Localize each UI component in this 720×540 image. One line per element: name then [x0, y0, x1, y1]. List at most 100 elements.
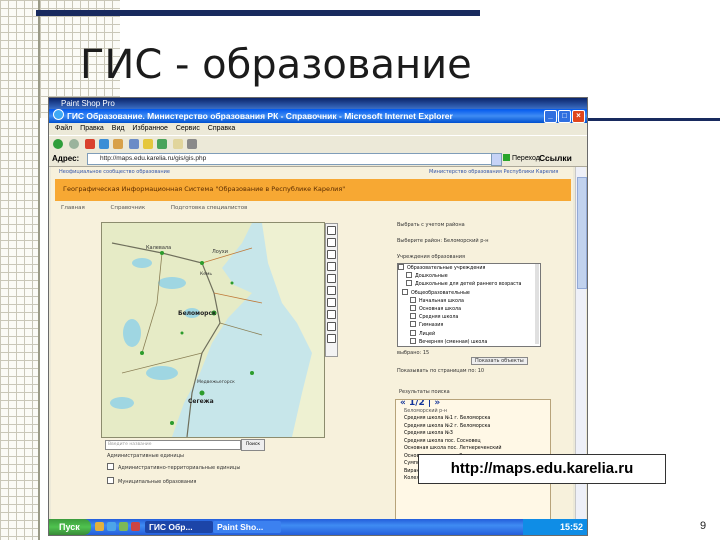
tree-item[interactable]: Основная школа	[398, 305, 540, 313]
links-button[interactable]: Ссылки	[539, 153, 572, 163]
menu-favorites[interactable]: Избранное	[132, 125, 167, 132]
quicklaunch-folder-icon[interactable]	[95, 522, 104, 531]
results-pager[interactable]: « 1/2 | »	[396, 400, 550, 408]
map-search-button[interactable]: Поиск	[241, 439, 265, 451]
tree-item[interactable]: Средняя школа	[398, 313, 540, 321]
slide-right-rule	[588, 118, 720, 121]
forward-icon[interactable]	[69, 139, 79, 149]
menu-bar: Файл Правка Вид Избранное Сервис Справка	[49, 123, 587, 135]
map-label-segezha: Сегежа	[188, 398, 214, 405]
menu-help[interactable]: Справка	[208, 125, 235, 132]
close-button[interactable]: ×	[572, 110, 585, 123]
top-right-link[interactable]: Министерство образования Республики Каре…	[429, 169, 558, 175]
tree-item[interactable]: Общеобразовательные	[398, 288, 540, 297]
pan-icon[interactable]	[327, 262, 336, 271]
results-header: Результаты поиска	[399, 389, 450, 395]
tree-item[interactable]: Дошкольные для детей раннего возраста	[398, 280, 540, 288]
result-item[interactable]: Средняя школа №2 г. Беломорска	[396, 423, 550, 431]
per-page-label: Показывать по страницам по: 10	[397, 368, 485, 374]
result-item[interactable]: Средняя школа №1 г. Беломорска	[396, 415, 550, 423]
system-tray-clock: 15:52	[523, 519, 587, 535]
result-item[interactable]: Средняя школа пос. Сосновец	[396, 438, 550, 446]
tree-item[interactable]: Лицей	[398, 329, 540, 338]
history-back-icon[interactable]	[327, 298, 336, 307]
gis-map[interactable]: Калевала Лоухи Беломорск Сегежа Медвежье…	[101, 222, 325, 438]
go-button[interactable]: Переход	[503, 154, 540, 162]
slide-grid-decoration	[0, 0, 40, 540]
address-input[interactable]: http://maps.edu.karelia.ru/gis/gis.php	[87, 153, 501, 165]
back-icon[interactable]	[53, 139, 63, 149]
layer-option-admin[interactable]: Административно-территориальные единицы	[107, 463, 240, 471]
window-buttons: _ □ ×	[544, 110, 585, 123]
layer-checkbox[interactable]	[107, 477, 114, 484]
map-graphic: Калевала Лоухи Беломорск Сегежа Медвежье…	[102, 223, 324, 437]
menu-file[interactable]: Файл	[55, 125, 72, 132]
map-search-input[interactable]: Введите название	[105, 440, 241, 450]
tree-scrollbar[interactable]	[535, 264, 539, 344]
tree-item[interactable]: Образовательные учреждения	[398, 264, 540, 272]
page-number: 9	[700, 520, 707, 532]
measure-icon[interactable]	[327, 322, 336, 331]
menu-edit[interactable]: Правка	[80, 125, 104, 132]
start-button[interactable]: Пуск	[49, 519, 91, 535]
refresh-icon[interactable]	[99, 139, 109, 149]
result-item[interactable]: Средняя школа №3	[396, 430, 550, 438]
stop-icon[interactable]	[85, 139, 95, 149]
browser-toolbar	[49, 135, 587, 153]
taskbar: Пуск ГИС Обр... Paint Sho... 15:52	[49, 519, 587, 535]
tree-item[interactable]: Гимназия	[398, 321, 540, 329]
tab-training[interactable]: Подготовка специалистов	[171, 205, 247, 211]
institution-tree[interactable]: Образовательные учреждения Дошкольные До…	[397, 263, 541, 347]
mail-icon[interactable]	[173, 139, 183, 149]
info-icon[interactable]	[327, 310, 336, 319]
layers-icon[interactable]	[327, 334, 336, 343]
ie-title-text: ГИС Образование. Министерство образовани…	[67, 111, 453, 121]
map-toolbar	[325, 223, 338, 357]
minimize-button[interactable]: _	[544, 110, 557, 123]
tree-item[interactable]: Дошкольные	[398, 272, 540, 280]
zoom-out-icon[interactable]	[327, 250, 336, 259]
layer-checkbox[interactable]	[107, 463, 114, 470]
quicklaunch-ie-icon[interactable]	[107, 522, 116, 531]
tree-item[interactable]: Начальная школа	[398, 296, 540, 305]
top-left-link[interactable]: Неофициальное сообщество образование	[59, 169, 170, 175]
map-label-belomorsk: Беломорск	[178, 310, 216, 317]
print-icon[interactable]	[187, 139, 197, 149]
home-icon[interactable]	[113, 139, 123, 149]
maximize-button[interactable]: □	[558, 110, 571, 123]
zoom-in-icon[interactable]	[327, 238, 336, 247]
map-label-kem: Кемь	[200, 271, 212, 277]
quicklaunch-media-icon[interactable]	[131, 522, 140, 531]
search-icon[interactable]	[129, 139, 139, 149]
tab-directory[interactable]: Справочник	[111, 205, 146, 211]
slide-vertical-rule	[38, 0, 40, 540]
site-header: Географическая Информационная Система "О…	[55, 179, 571, 201]
layers-label: Административные единицы	[107, 453, 184, 459]
show-objects-button[interactable]: Показать объекты	[471, 357, 528, 365]
result-item[interactable]: Основная школа пос. Летнереченский	[396, 445, 550, 453]
results-district: Беломорский р-н	[404, 408, 448, 414]
tab-home[interactable]: Главная	[61, 205, 85, 211]
layer-option-label: Административно-территориальные единицы	[118, 465, 241, 471]
scrollbar-thumb[interactable]	[577, 177, 587, 289]
favorites-icon[interactable]	[143, 139, 153, 149]
menu-view[interactable]: Вид	[112, 125, 125, 132]
print-icon[interactable]	[327, 286, 336, 295]
layer-option-municipal[interactable]: Муниципальные образования	[107, 477, 196, 485]
address-dropdown[interactable]	[491, 153, 502, 166]
district-select[interactable]: Выбрать с учетом района	[397, 222, 465, 228]
refresh-map-icon[interactable]	[327, 226, 336, 235]
tree-item[interactable]: Вечерняя (сменная) школа	[398, 337, 540, 346]
slide-title: ГИС - образование	[80, 42, 472, 88]
institution-type-label: Учреждения образования	[397, 254, 466, 260]
district-hint: Выберите район: Беломорский р-н	[397, 238, 489, 244]
task-gis-browser[interactable]: ГИС Обр...	[145, 521, 213, 533]
history-icon[interactable]	[157, 139, 167, 149]
quicklaunch-app-icon[interactable]	[119, 522, 128, 531]
address-bar: Адрес: http://maps.edu.karelia.ru/gis/gi…	[49, 152, 587, 167]
task-paint-shop[interactable]: Paint Sho...	[213, 521, 281, 533]
menu-tools[interactable]: Сервис	[176, 125, 200, 132]
site-nav: Главная Справочник Подготовка специалист…	[61, 205, 271, 211]
url-caption[interactable]: http://maps.edu.karelia.ru	[418, 454, 666, 484]
zoom-extent-icon[interactable]	[327, 274, 336, 283]
